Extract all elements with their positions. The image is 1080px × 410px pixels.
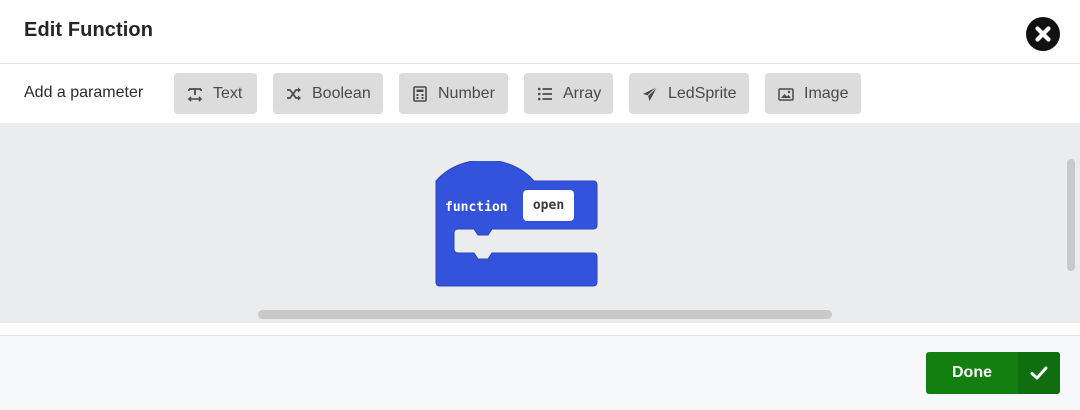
vertical-scrollbar[interactable] <box>1067 159 1075 271</box>
text-icon <box>187 86 203 102</box>
calculator-icon <box>412 85 428 102</box>
function-keyword: function <box>445 200 508 215</box>
paper-plane-icon <box>642 86 658 102</box>
block-workspace[interactable]: function open <box>0 123 1080 323</box>
workspace-divider <box>0 323 1080 335</box>
image-parameter-label: Image <box>804 84 849 102</box>
ledsprite-parameter-label: LedSprite <box>668 84 737 102</box>
list-icon <box>537 86 553 102</box>
close-icon <box>1035 26 1051 42</box>
done-label: Done <box>952 364 992 381</box>
add-number-parameter-button[interactable]: Number <box>399 73 508 114</box>
add-ledsprite-parameter-button[interactable]: LedSprite <box>629 73 749 114</box>
edit-function-dialog: Edit Function Add a parameter Text Boole… <box>0 0 1080 410</box>
parameter-toolbar: Add a parameter Text Boolean Number Arra… <box>0 64 1080 123</box>
dialog-title: Edit Function <box>24 19 154 41</box>
add-boolean-parameter-button[interactable]: Boolean <box>273 73 383 114</box>
number-parameter-label: Number <box>438 84 495 102</box>
add-parameter-label: Add a parameter <box>24 84 144 101</box>
function-definition-block[interactable] <box>430 161 610 291</box>
function-name-field[interactable]: open <box>523 190 574 221</box>
horizontal-scrollbar[interactable] <box>258 310 832 319</box>
dialog-header: Edit Function <box>0 0 1080 64</box>
close-button[interactable] <box>1026 17 1060 51</box>
array-parameter-label: Array <box>563 84 602 102</box>
done-button[interactable]: Done <box>926 352 1060 394</box>
add-array-parameter-button[interactable]: Array <box>524 73 613 114</box>
boolean-parameter-label: Boolean <box>312 84 371 102</box>
add-text-parameter-button[interactable]: Text <box>174 73 257 114</box>
shuffle-icon <box>286 86 302 102</box>
dialog-footer: Done <box>0 335 1080 410</box>
checkmark-icon <box>1030 366 1048 380</box>
done-check-area <box>1018 352 1060 394</box>
image-icon <box>778 86 794 102</box>
add-image-parameter-button[interactable]: Image <box>765 73 861 114</box>
text-parameter-label: Text <box>213 84 243 102</box>
